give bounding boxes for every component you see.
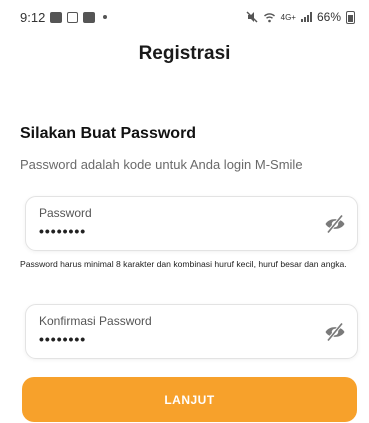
notification-dot-icon [103, 15, 108, 19]
page-title: Registrasi [138, 43, 231, 64]
section-heading: Silakan Buat Password [20, 125, 197, 142]
password-label: Password [39, 206, 92, 220]
section-subtitle: Password adalah kode untuk Anda login M-… [20, 157, 303, 172]
confirm-password-input[interactable]: •••••••• [39, 331, 86, 347]
battery-percent: 66% [316, 10, 341, 24]
mute-icon [246, 11, 258, 23]
gallery-icon [50, 11, 63, 23]
confirm-password-field[interactable]: Konfirmasi Password •••••••• [25, 304, 358, 359]
status-left: 9:12 [20, 9, 108, 25]
password-input[interactable]: •••••••• [39, 223, 86, 239]
password-hint: Password harus minimal 8 karakter dan ko… [20, 259, 347, 269]
battery-icon [346, 10, 355, 24]
mail-icon [83, 11, 96, 23]
eye-off-icon[interactable] [324, 322, 346, 342]
instagram-icon [67, 11, 79, 23]
status-time: 9:12 [20, 9, 46, 25]
eye-off-icon[interactable] [324, 214, 346, 234]
continue-button[interactable]: LANJUT [22, 377, 357, 422]
status-bar: 9:12 4G+ 66% [0, 0, 369, 34]
wifi-icon [263, 13, 275, 23]
signal-icon [300, 12, 312, 22]
confirm-password-label: Konfirmasi Password [39, 314, 152, 328]
password-field[interactable]: Password •••••••• [25, 196, 358, 251]
network-type-label: 4G+ [280, 12, 296, 22]
status-right: 4G+ 66% [246, 10, 355, 24]
